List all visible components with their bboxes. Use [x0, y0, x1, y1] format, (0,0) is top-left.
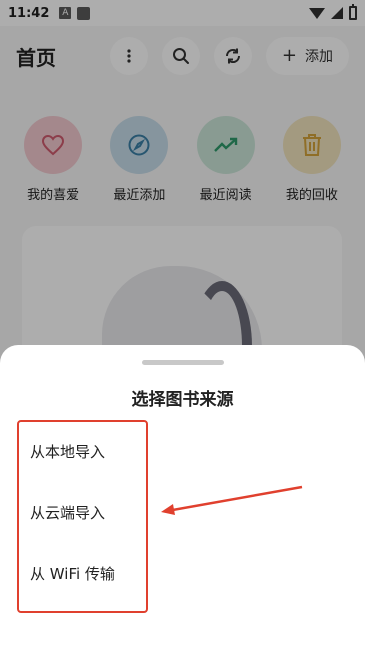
sheet-title: 选择图书来源: [131, 390, 234, 410]
annotation-highlight-box: [17, 420, 148, 613]
annotation-arrow-icon: [161, 485, 303, 515]
sheet-drag-handle[interactable]: [142, 360, 224, 365]
